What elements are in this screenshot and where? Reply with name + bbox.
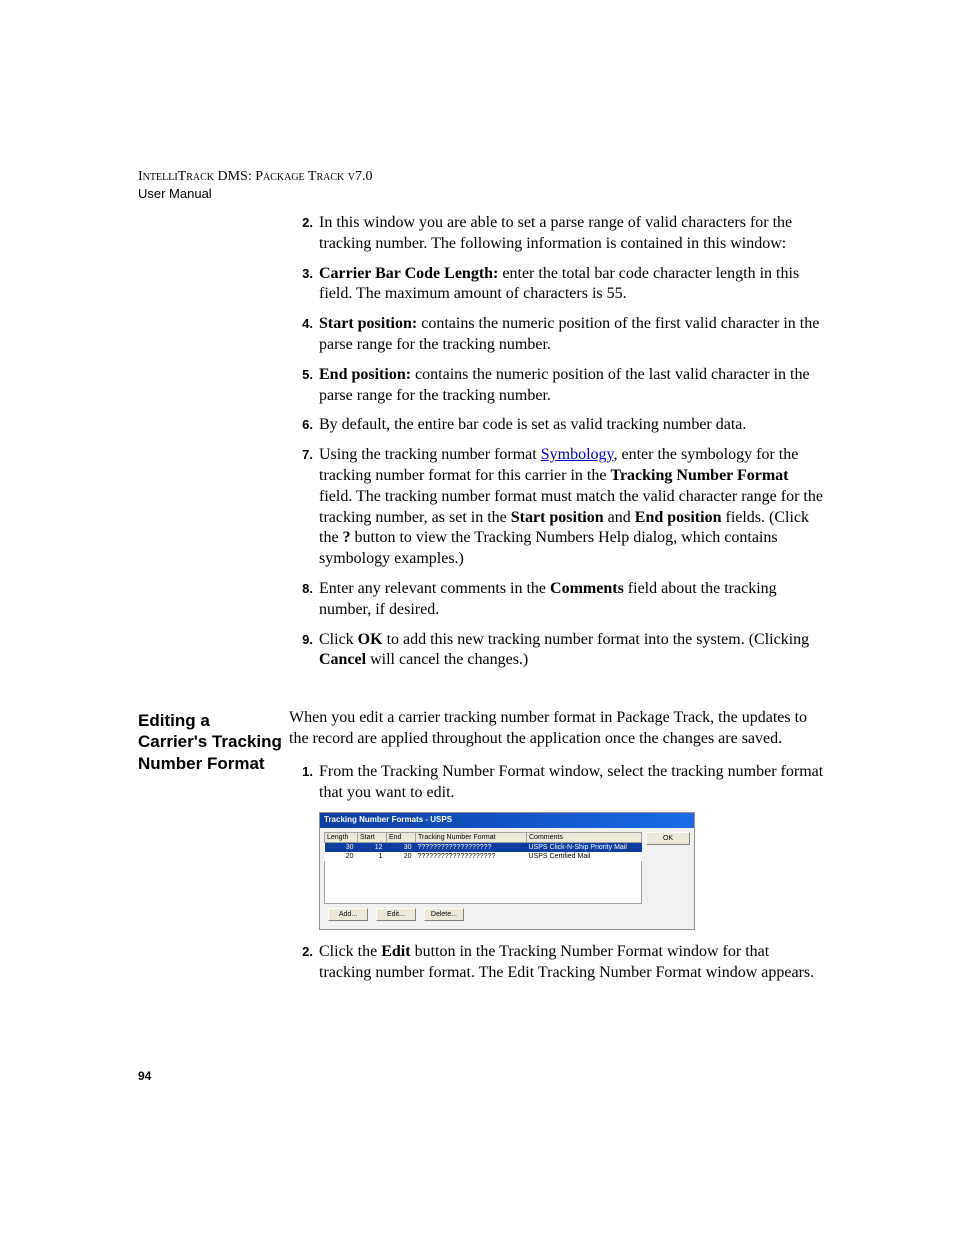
bold-term: Cancel (319, 651, 366, 668)
cell-start: 12 (358, 842, 387, 852)
edit-button[interactable]: Edit... (376, 908, 416, 921)
text-run: will cancel the changes.) (366, 651, 528, 668)
formats-table[interactable]: Length Start End Tracking Number Format … (324, 832, 642, 861)
cell-comments: USPS Certified Mail (527, 852, 642, 861)
running-header-title: IntelliTrack DMS: Package Track v7.0 (138, 168, 824, 186)
list-item-text: Click the Edit button in the Tracking Nu… (319, 942, 824, 984)
cell-end: 30 (387, 842, 416, 852)
list-item-text: In this window you are able to set a par… (319, 213, 824, 255)
table-empty-area (324, 861, 642, 904)
bold-term: End position (635, 509, 722, 526)
cell-comments: USPS Click-N-Ship Priority Mail (527, 842, 642, 852)
add-button[interactable]: Add... (328, 908, 368, 921)
list-number: 5. (289, 365, 319, 407)
col-comments[interactable]: Comments (527, 832, 642, 842)
table-row[interactable]: 20120????????????????????USPS Certified … (325, 852, 642, 861)
list-number: 7. (289, 445, 319, 570)
running-header-subtitle: User Manual (138, 186, 824, 203)
symbology-link[interactable]: Symbology (541, 446, 614, 463)
delete-button[interactable]: Delete... (424, 908, 464, 921)
text-run: By default, the entire bar code is set a… (319, 416, 746, 433)
page-number: 94 (138, 1069, 824, 1085)
section-intro: When you edit a carrier tracking number … (289, 708, 824, 750)
text-run: and (604, 509, 635, 526)
window-titlebar: Tracking Number Formats - USPS (320, 813, 694, 827)
list-item: 3.Carrier Bar Code Length: enter the tot… (289, 264, 824, 306)
tracking-number-formats-window: Tracking Number Formats - USPS Length St… (319, 812, 695, 930)
list-item-text: From the Tracking Number Format window, … (319, 762, 824, 804)
list-number: 1. (289, 762, 319, 804)
bold-term: OK (358, 631, 383, 648)
list-item-text: Start position: contains the numeric pos… (319, 314, 824, 356)
text-run: In this window you are able to set a par… (319, 214, 792, 252)
list-number: 6. (289, 415, 319, 436)
text-run: Click (319, 631, 358, 648)
bold-term: Carrier Bar Code Length: (319, 265, 502, 282)
bold-term: End position: (319, 366, 415, 383)
text-run: to add this new tracking number format i… (383, 631, 810, 648)
list-item: 7.Using the tracking number format Symbo… (289, 445, 824, 570)
section-heading-editing-format: Editing a Carrier's Tracking Number Form… (138, 710, 283, 774)
text-run: Click the (319, 943, 381, 960)
cell-length: 20 (325, 852, 358, 861)
col-format[interactable]: Tracking Number Format (416, 832, 527, 842)
list-number: 2. (289, 942, 319, 984)
ok-button[interactable]: OK (646, 832, 690, 845)
cell-format: ??????????????????? (416, 842, 527, 852)
bold-term: Tracking Number Format (610, 467, 788, 484)
col-start[interactable]: Start (358, 832, 387, 842)
list-item-text: Click OK to add this new tracking number… (319, 630, 824, 672)
list-number: 9. (289, 630, 319, 672)
cell-end: 20 (387, 852, 416, 861)
bold-term: ? (343, 529, 351, 546)
list-item-text: Enter any relevant comments in the Comme… (319, 579, 824, 621)
list-number: 2. (289, 213, 319, 255)
list-item: 2.In this window you are able to set a p… (289, 213, 824, 255)
list-item-text: Carrier Bar Code Length: enter the total… (319, 264, 824, 306)
cell-format: ???????????????????? (416, 852, 527, 861)
col-end[interactable]: End (387, 832, 416, 842)
list-item: 5.End position: contains the numeric pos… (289, 365, 824, 407)
bold-term: Start position: (319, 315, 421, 332)
list-item-text: End position: contains the numeric posit… (319, 365, 824, 407)
bold-term: Comments (550, 580, 624, 597)
list-number: 8. (289, 579, 319, 621)
bold-term: Start position (511, 509, 604, 526)
list-item: 9. Click OK to add this new tracking num… (289, 630, 824, 672)
col-length[interactable]: Length (325, 832, 358, 842)
table-header-row: Length Start End Tracking Number Format … (325, 832, 642, 842)
list-number: 4. (289, 314, 319, 356)
numbered-list-section-2a: 1. From the Tracking Number Format windo… (289, 762, 824, 804)
numbered-list-section-2b: 2. Click the Edit button in the Tracking… (289, 942, 824, 984)
text-run: Enter any relevant comments in the (319, 580, 550, 597)
list-item: 6.By default, the entire bar code is set… (289, 415, 824, 436)
list-item: 4.Start position: contains the numeric p… (289, 314, 824, 356)
cell-length: 30 (325, 842, 358, 852)
list-item: 8.Enter any relevant comments in the Com… (289, 579, 824, 621)
list-item-text: By default, the entire bar code is set a… (319, 415, 824, 436)
text-run: Using the tracking number format (319, 446, 541, 463)
cell-start: 1 (358, 852, 387, 861)
list-item-text: Using the tracking number format Symbolo… (319, 445, 824, 570)
text-run: button to view the Tracking Numbers Help… (319, 529, 778, 567)
table-row[interactable]: 301230???????????????????USPS Click-N-Sh… (325, 842, 642, 852)
bold-term: Edit (381, 943, 410, 960)
list-number: 3. (289, 264, 319, 306)
numbered-list-section-1: 2.In this window you are able to set a p… (289, 213, 824, 671)
